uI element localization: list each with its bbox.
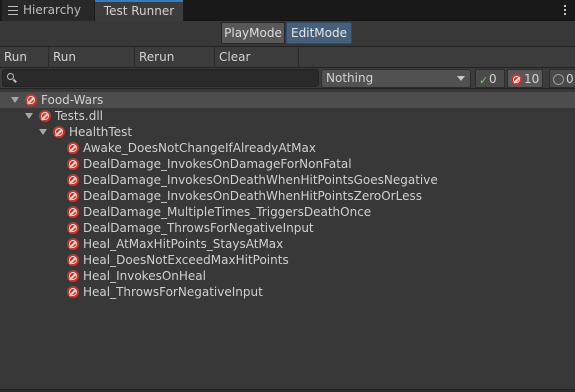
tree-item-label: Food-Wars: [41, 93, 104, 107]
more-options-icon[interactable]: [559, 0, 571, 21]
test-name: DealDamage_ThrowsForNegativeInput: [83, 221, 314, 235]
tree-item-test[interactable]: Awake_DoesNotChangeIfAlreadyAtMax: [0, 140, 575, 156]
category-dropdown[interactable]: Nothing: [321, 69, 471, 88]
window-tab-bar: Hierarchy Test Runner: [0, 0, 575, 21]
test-toolbar: Run All Run Selected Rerun Failed Clear …: [0, 46, 575, 84]
failed-icon: [39, 110, 51, 122]
test-name: Heal_InvokesOnHeal: [83, 269, 206, 283]
mode-toggle-bar: PlayMode EditMode: [0, 21, 575, 45]
search-input[interactable]: [2, 69, 319, 87]
tab-test-runner[interactable]: Test Runner: [95, 0, 183, 21]
test-name: DealDamage_InvokesOnDamageForNonFatal: [83, 157, 352, 171]
tab-hierarchy-label: Hierarchy: [23, 3, 82, 17]
tree-item-test[interactable]: Heal_DoesNotExceedMaxHitPoints: [0, 252, 575, 268]
failed-icon: [67, 142, 79, 154]
tree-item-fixture[interactable]: HealthTest: [0, 124, 575, 140]
chevron-down-icon: [457, 76, 465, 81]
tree-item-label: HealthTest: [69, 125, 133, 139]
failed-icon: [67, 158, 79, 170]
tree-item-test[interactable]: Heal_ThrowsForNegativeInput: [0, 284, 575, 300]
fold-arrow-icon[interactable]: [11, 97, 19, 103]
test-name: Awake_DoesNotChangeIfAlreadyAtMax: [83, 141, 316, 155]
failed-icon: [511, 74, 522, 85]
run-selected-button[interactable]: Run Selected: [49, 47, 135, 84]
failed-icon: [67, 206, 79, 218]
failed-icon: [67, 174, 79, 186]
tree-item-project[interactable]: Food-Wars: [0, 92, 575, 108]
failed-icon: [67, 238, 79, 250]
fold-arrow-icon[interactable]: [25, 113, 33, 119]
list-icon: [8, 6, 18, 15]
tree-item-test[interactable]: DealDamage_ThrowsForNegativeInput: [0, 220, 575, 236]
tree-item-test[interactable]: DealDamage_InvokesOnDeathWhenHitPointsGo…: [0, 172, 575, 188]
search-icon: [7, 73, 14, 80]
category-dropdown-value: Nothing: [326, 71, 374, 85]
run-all-button[interactable]: Run All: [0, 47, 49, 84]
failed-icon: [67, 222, 79, 234]
editmode-button[interactable]: EditMode: [286, 22, 352, 44]
tree-item-label: Tests.dll: [55, 109, 103, 123]
tree-item-test[interactable]: DealDamage_InvokesOnDeathWhenHitPointsZe…: [0, 188, 575, 204]
test-name: Heal_DoesNotExceedMaxHitPoints: [83, 253, 289, 267]
passed-count: 0: [489, 72, 497, 86]
failed-icon: [53, 126, 65, 138]
test-name: Heal_AtMaxHitPoints_StaysAtMax: [83, 237, 284, 251]
failed-icon: [67, 270, 79, 282]
not-run-count: 0: [566, 72, 574, 86]
failed-filter-toggle[interactable]: 10: [507, 69, 543, 88]
not-run-filter-toggle[interactable]: 0: [549, 69, 575, 88]
tab-hierarchy[interactable]: Hierarchy: [2, 0, 94, 21]
tree-item-test[interactable]: Heal_AtMaxHitPoints_StaysAtMax: [0, 236, 575, 252]
tree-item-assembly[interactable]: Tests.dll: [0, 108, 575, 124]
tab-test-runner-label: Test Runner: [103, 4, 175, 18]
failed-icon: [67, 286, 79, 298]
not-run-icon: [553, 74, 564, 85]
rerun-failed-button[interactable]: Rerun Failed: [135, 47, 215, 84]
failed-icon: [67, 254, 79, 266]
passed-filter-toggle[interactable]: ✓0: [475, 69, 505, 88]
test-name: DealDamage_MultipleTimes_TriggersDeathOn…: [83, 205, 372, 219]
failed-icon: [25, 94, 37, 106]
test-name: DealDamage_InvokesOnDeathWhenHitPointsZe…: [83, 189, 422, 203]
tree-item-test[interactable]: DealDamage_MultipleTimes_TriggersDeathOn…: [0, 204, 575, 220]
clear-results-button[interactable]: Clear Results: [215, 47, 299, 84]
test-name: DealDamage_InvokesOnDeathWhenHitPointsGo…: [83, 173, 438, 187]
test-name: Heal_ThrowsForNegativeInput: [83, 285, 263, 299]
failed-count: 10: [524, 72, 540, 86]
tree-item-test[interactable]: DealDamage_InvokesOnDamageForNonFatal: [0, 156, 575, 172]
playmode-button[interactable]: PlayMode: [221, 22, 285, 44]
test-tree: Food-Wars Tests.dll HealthTest Awake_Doe…: [0, 90, 575, 390]
fold-arrow-icon[interactable]: [39, 129, 47, 135]
failed-icon: [67, 190, 79, 202]
tree-item-test[interactable]: Heal_InvokesOnHeal: [0, 268, 575, 284]
filter-row: Nothing ✓0 10 0: [0, 68, 575, 89]
checkmark-icon: ✓: [479, 74, 489, 87]
